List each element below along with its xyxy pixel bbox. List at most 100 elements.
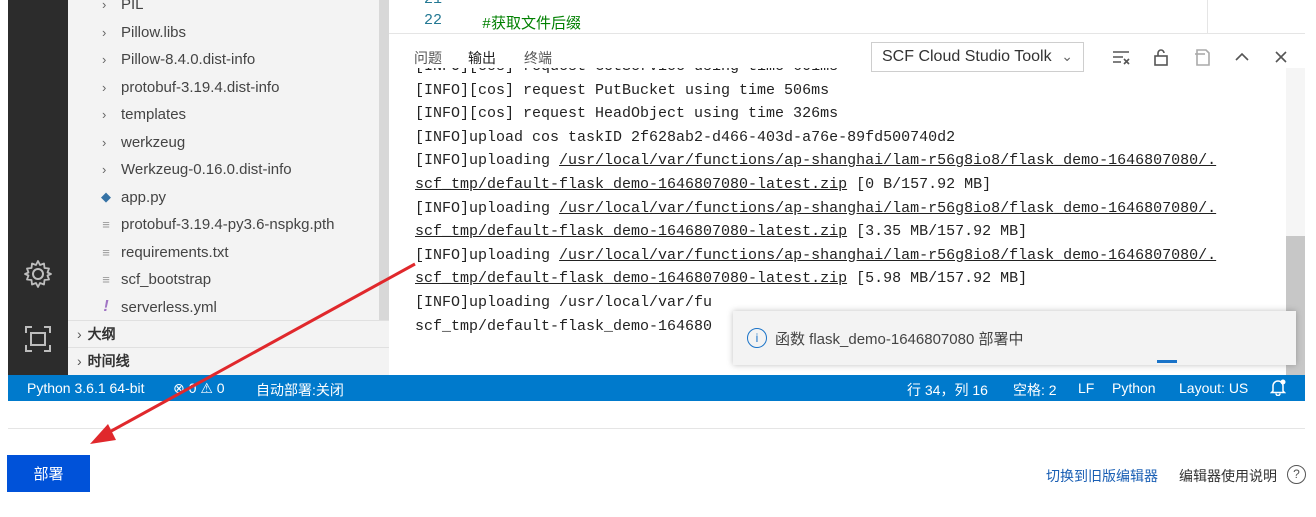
tree-item-label: requirements.txt (121, 243, 229, 261)
python-interpreter[interactable]: Python 3.6.1 64-bit (27, 380, 145, 396)
tree-item-label: protobuf-3.19.4.dist-info (121, 78, 280, 96)
file-path-link[interactable]: scf_tmp/default-flask_demo-1646807080-la… (415, 223, 847, 240)
line-ending[interactable]: LF (1078, 380, 1094, 396)
yaml-file-icon: ! (103, 298, 109, 315)
output-text: [INFO]upload cos taskID 2f628ab2-d466-40… (415, 128, 956, 146)
chevron-right-icon: › (102, 134, 107, 150)
file-path-link[interactable]: scf_tmp/default-flask_demo-1646807080-la… (415, 176, 847, 193)
output-line: [INFO][cos] request PutBucket using time… (415, 80, 829, 102)
file-path-link[interactable]: /usr/local/var/functions/ap-shanghai/lam… (559, 200, 1216, 217)
output-line: scf_tmp/default-flask_demo-1646807080-la… (415, 221, 1027, 243)
text-file-icon: ≡ (102, 217, 110, 232)
upload-progress-text: [5.98 MB/157.92 MB] (847, 270, 1028, 288)
upload-progress-text: [0 B/157.92 MB] (847, 176, 992, 193)
timeline-section[interactable]: › 时间线 (68, 347, 389, 374)
output-line: [INFO][cos] request GetService using tim… (415, 68, 838, 78)
line-number: 21 (424, 0, 442, 8)
output-panel: 问题 输出 终端 SCF Cloud Studio Toolk ⌄ [INFO]… (389, 33, 1305, 376)
output-text: [INFO]uploading (415, 152, 560, 170)
editor-ruler (1207, 0, 1208, 33)
footer-divider (8, 428, 1305, 429)
close-panel-icon[interactable] (1270, 46, 1292, 68)
output-text: [INFO]uploading (415, 246, 560, 264)
status-bar: Python 3.6.1 64-bit ⊗ 0 ⚠ 0 自动部署:关闭 行 34… (8, 375, 1305, 401)
output-channel-value: SCF Cloud Studio Toolk (882, 48, 1052, 65)
output-line: [INFO]uploading /usr/local/var/functions… (415, 198, 1216, 220)
tree-item[interactable]: › Werkzeug-0.16.0.dist-info (68, 156, 389, 183)
settings-gear-icon[interactable] (22, 258, 54, 290)
sidebar-scrollbar[interactable] (379, 0, 389, 320)
tree-item-label: scf_bootstrap (121, 271, 212, 288)
tab-output[interactable]: 输出 (468, 48, 496, 68)
output-text: [INFO]uploading (415, 199, 560, 217)
python-file-icon: ◆ (101, 189, 111, 204)
deploy-notification: i 函数 flask_demo-1646807080 部署中 (733, 311, 1296, 365)
editor-help-link[interactable]: 编辑器使用说明 (1179, 466, 1277, 486)
help-icon[interactable]: ? (1287, 465, 1306, 484)
output-line: [INFO]upload cos taskID 2f628ab2-d466-40… (415, 127, 955, 149)
text-file-icon: ≡ (102, 244, 110, 260)
tree-item[interactable]: ! serverless.yml (68, 294, 389, 321)
output-line: scf_tmp/default-flask_demo-1646807080-la… (415, 174, 991, 196)
cursor-position[interactable]: 行 34，列 16 (907, 380, 988, 400)
tree-item[interactable]: › Pillow-8.4.0.dist-info (68, 46, 389, 73)
chevron-right-icon: › (77, 353, 82, 369)
tree-item[interactable]: › Pillow.libs (68, 19, 389, 46)
language-mode[interactable]: Python (1112, 380, 1156, 396)
output-line: scf_tmp/default-flask_demo-1646807080-la… (415, 268, 1027, 290)
file-path-link[interactable]: /usr/local/var/functions/ap-shanghai/lam… (559, 152, 1216, 169)
notifications-bell-icon[interactable] (1269, 378, 1287, 399)
clear-output-icon[interactable] (1110, 46, 1132, 68)
tree-item[interactable]: ≡ protobuf-3.19.4-py3.6-nspkg.pth (68, 211, 389, 238)
tree-item[interactable]: ≡ requirements.txt (68, 239, 389, 266)
timeline-section-label: 时间线 (87, 353, 130, 369)
tree-item[interactable]: ≡ scf_bootstrap (68, 266, 389, 293)
error-count: 0 (188, 380, 197, 396)
deploy-button[interactable]: 部署 (7, 455, 90, 492)
keyboard-layout[interactable]: Layout: US (1179, 380, 1248, 396)
output-text: [INFO][cos] request PutBucket using time… (415, 81, 830, 99)
tree-item-label: werkzeug (121, 133, 186, 151)
auto-deploy-status[interactable]: 自动部署:关闭 (256, 380, 344, 400)
output-text: scf_tmp/default-flask_demo-164680 (415, 317, 713, 335)
open-log-icon[interactable] (1191, 46, 1213, 68)
tree-item-label: serverless.yml (121, 298, 217, 316)
tree-item-label: PIL (121, 0, 144, 13)
tree-item[interactable]: › protobuf-3.19.4.dist-info (68, 74, 389, 101)
chevron-right-icon: › (102, 107, 107, 122)
output-line: [INFO]uploading /usr/local/var/functions… (415, 245, 1216, 267)
tree-item[interactable]: › templates (68, 101, 389, 128)
code-comment: #获取文件后缀 (482, 16, 582, 33)
chevron-right-icon: › (102, 162, 107, 177)
indentation[interactable]: 空格: 2 (1013, 380, 1057, 400)
tree-item-label: app.py (121, 188, 167, 206)
tab-problems[interactable]: 问题 (414, 48, 442, 68)
problems-indicator[interactable]: ⊗ 0 ⚠ 0 (173, 380, 225, 397)
explorer-sidebar: › PIL › Pillow.libs › Pillow-8.4.0.dist-info ›… (68, 0, 389, 375)
file-path-link[interactable]: scf_tmp/default-flask_demo-1646807080-la… (415, 270, 847, 287)
chevron-right-icon: › (102, 52, 107, 67)
chevron-right-icon: › (77, 326, 82, 342)
tab-terminal[interactable]: 终端 (524, 48, 552, 68)
tree-item-label: protobuf-3.19.4-py3.6-nspkg.pth (121, 216, 335, 233)
tree-item[interactable]: › werkzeug (68, 129, 389, 156)
outline-section-label: 大纲 (87, 326, 116, 342)
tree-item[interactable]: › PIL (68, 0, 389, 18)
text-file-icon: ≡ (102, 272, 110, 287)
chevron-down-icon: ⌄ (1061, 48, 1073, 64)
outline-section[interactable]: › 大纲 (68, 320, 389, 347)
file-path-link[interactable]: /usr/local/var/functions/ap-shanghai/lam… (559, 247, 1216, 264)
chevron-right-icon: › (102, 24, 107, 40)
chevron-right-icon: › (102, 0, 107, 12)
warning-count: 0 (216, 380, 225, 396)
maximize-panel-icon[interactable] (1231, 46, 1253, 68)
lock-scroll-icon[interactable] (1150, 46, 1172, 68)
ide-window: › PIL › Pillow.libs › Pillow-8.4.0.dist-info ›… (8, 0, 1305, 401)
code-editor[interactable]: 21 22 #获取文件后缀 (389, 0, 1305, 33)
tree-item-label: Pillow.libs (121, 23, 187, 41)
tree-item[interactable]: ◆ app.py (68, 184, 389, 211)
fullscreen-icon[interactable] (22, 323, 54, 355)
chevron-right-icon: › (102, 79, 107, 95)
output-text: [INFO]uploading /usr/local/var/fu (415, 294, 713, 311)
switch-old-editor-link[interactable]: 切换到旧版编辑器 (1046, 466, 1158, 486)
